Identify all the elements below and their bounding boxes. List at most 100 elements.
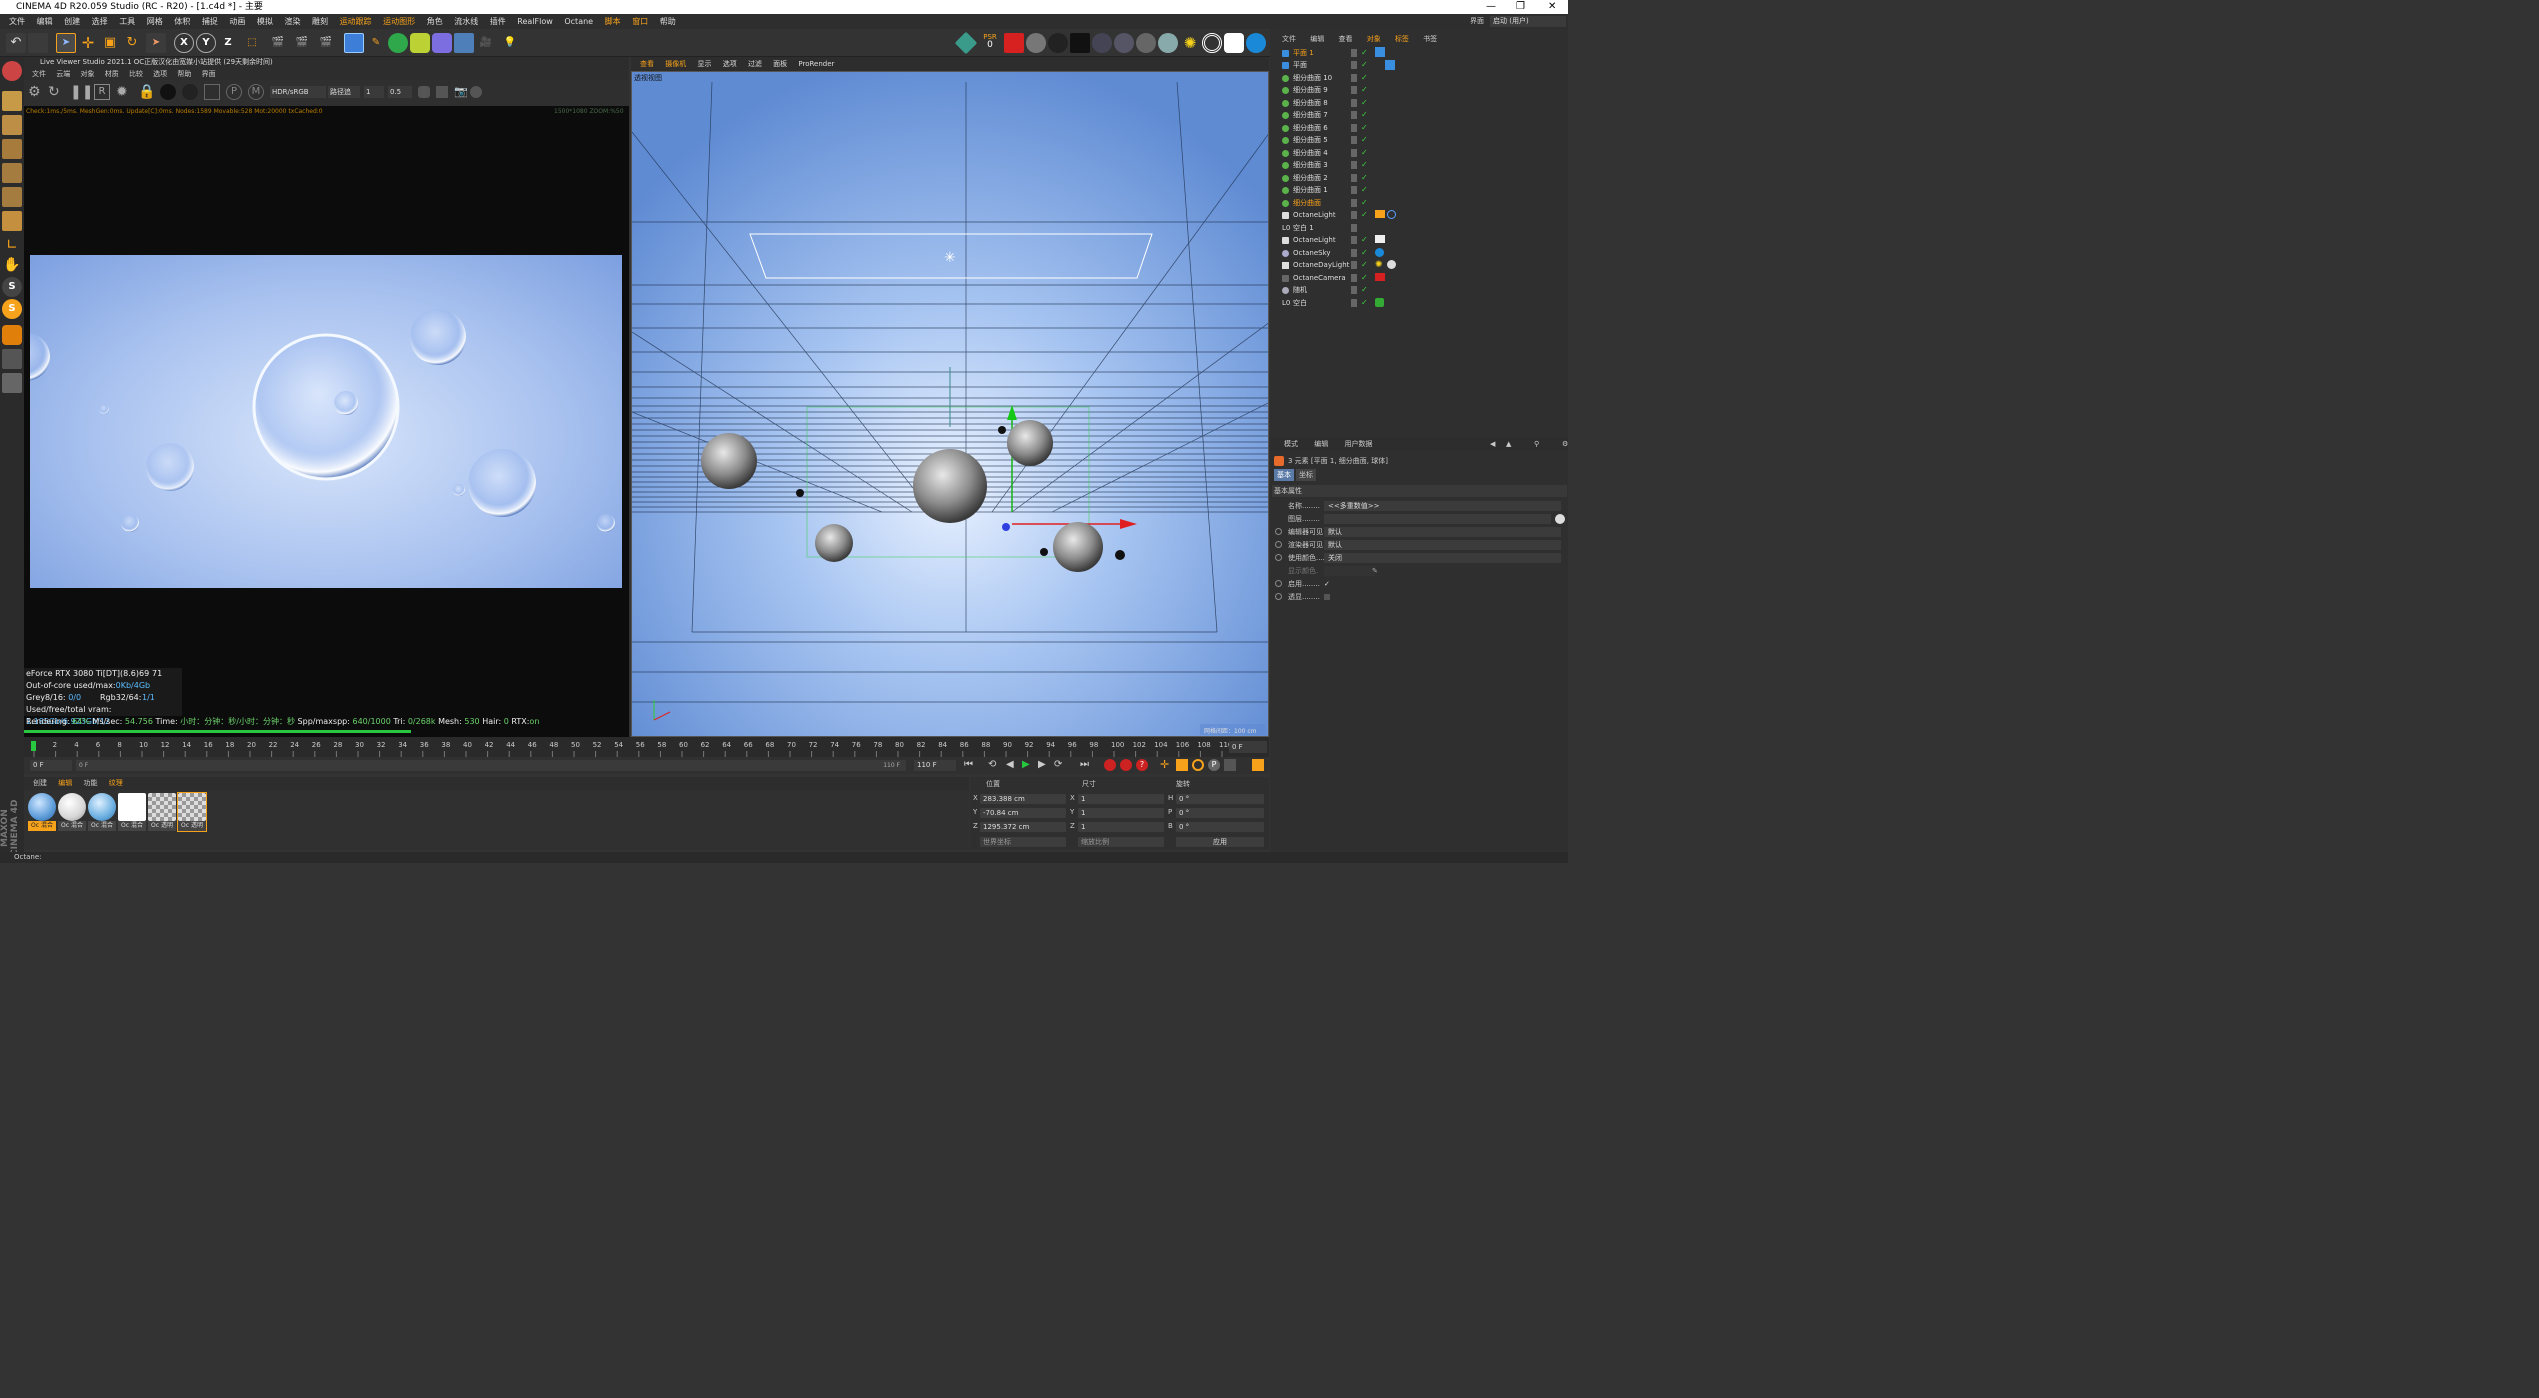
- perspective-viewport[interactable]: ✳ 透视视图 网格间距：100 cm: [631, 71, 1269, 737]
- snap-enable-icon[interactable]: S: [2, 299, 22, 319]
- size-y-field[interactable]: 1: [1078, 808, 1164, 818]
- workplane-mode-icon[interactable]: [2, 139, 22, 159]
- restore-icon[interactable]: ❐: [1516, 0, 1525, 14]
- camera-tag-icon[interactable]: [1375, 273, 1385, 281]
- om-menu-item[interactable]: 书签: [1423, 35, 1437, 43]
- lv-menu-item[interactable]: 帮助: [177, 70, 191, 78]
- menu-item[interactable]: 动画: [229, 14, 245, 29]
- enabled-check-icon[interactable]: ✓: [1361, 47, 1368, 59]
- vp-menu-item[interactable]: 面板: [773, 60, 787, 68]
- om-menu-item[interactable]: 查看: [1338, 35, 1352, 43]
- octane-area-light-icon[interactable]: [1224, 33, 1244, 53]
- xray-checkbox[interactable]: [1324, 594, 1330, 600]
- visibility-icon[interactable]: [1351, 161, 1357, 169]
- menu-item[interactable]: 角色: [427, 14, 443, 29]
- menu-item[interactable]: 工具: [119, 14, 135, 29]
- viewport-sphere[interactable]: [1007, 420, 1053, 466]
- light-icon[interactable]: 💡: [500, 33, 520, 53]
- focus-picker-icon[interactable]: [204, 84, 220, 100]
- enabled-check-icon[interactable]: ✓: [1361, 259, 1368, 271]
- size-z-field[interactable]: 1: [1078, 822, 1164, 832]
- pen-spline-icon[interactable]: ✎: [366, 33, 386, 53]
- visibility-icon[interactable]: [1351, 86, 1357, 94]
- visibility-icon[interactable]: [1351, 274, 1357, 282]
- enabled-check-icon[interactable]: ✓: [1361, 197, 1368, 209]
- target-tag-icon[interactable]: [1387, 210, 1396, 219]
- visibility-icon[interactable]: [1351, 61, 1357, 69]
- prev-key-icon[interactable]: ⟲: [988, 759, 1000, 771]
- layer-field[interactable]: [1324, 514, 1551, 524]
- object-row[interactable]: 平面 1 ✓: [1273, 47, 1565, 59]
- layout-dropdown[interactable]: 启动 (用户): [1490, 16, 1566, 27]
- model-mode-icon[interactable]: [2, 91, 22, 111]
- menu-item[interactable]: 模拟: [257, 14, 273, 29]
- enabled-check-icon[interactable]: ✓: [1361, 234, 1368, 246]
- enabled-check-icon[interactable]: ✓: [1361, 297, 1368, 309]
- range-slider[interactable]: 0 F 110 F: [76, 760, 906, 771]
- cloner-icon[interactable]: [410, 33, 430, 53]
- rotation-b-field[interactable]: 0 °: [1176, 822, 1264, 832]
- enabled-check-icon[interactable]: ✓: [1361, 247, 1368, 259]
- close-icon[interactable]: ✕: [1548, 0, 1556, 14]
- vp-menu-item[interactable]: 选项: [723, 60, 737, 68]
- octane-light-tag-icon[interactable]: [1375, 235, 1385, 243]
- material-swatch[interactable]: Oc 混合: [88, 793, 116, 831]
- use-color-dropdown[interactable]: 关闭: [1324, 553, 1561, 563]
- back-arrow-icon[interactable]: ◀: [1490, 437, 1495, 451]
- green-tag-icon[interactable]: [1375, 298, 1384, 307]
- object-row[interactable]: OctaneLight ✓: [1273, 234, 1565, 246]
- minimize-icon[interactable]: —: [1486, 0, 1496, 14]
- object-row[interactable]: 细分曲面 10 ✓: [1273, 72, 1565, 84]
- tab-coord[interactable]: 坐标: [1296, 469, 1316, 481]
- enabled-check-icon[interactable]: ✓: [1361, 172, 1368, 184]
- lv-menu-item[interactable]: 材质: [105, 70, 119, 78]
- color-picker-icon[interactable]: ✎: [1372, 565, 1378, 577]
- anim-dot-icon[interactable]: [1275, 528, 1282, 535]
- om-menu-item[interactable]: 编辑: [1310, 35, 1324, 43]
- menu-item[interactable]: 运动跟踪: [340, 14, 372, 29]
- visibility-icon[interactable]: [1351, 149, 1357, 157]
- move-tool-icon[interactable]: ✛: [78, 33, 98, 53]
- value-a-field[interactable]: 1: [364, 86, 384, 98]
- key-scale-icon[interactable]: [1176, 759, 1188, 771]
- enabled-checkbox[interactable]: ✓: [1324, 578, 1330, 590]
- octane-portal-icon[interactable]: [1202, 33, 1222, 53]
- object-row[interactable]: 细分曲面 3 ✓: [1273, 159, 1565, 171]
- lv-menu-item[interactable]: 云端: [56, 70, 70, 78]
- visibility-icon[interactable]: [1351, 261, 1357, 269]
- mat-menu-item[interactable]: 纹理: [109, 779, 123, 787]
- anim-dot-icon[interactable]: [1275, 593, 1282, 600]
- render-settings-icon[interactable]: 🎬: [316, 33, 336, 53]
- search-icon[interactable]: ⚲: [1534, 437, 1539, 451]
- object-row[interactable]: 细分曲面 4 ✓: [1273, 147, 1565, 159]
- last-tool-icon[interactable]: ➤: [146, 33, 166, 53]
- mat-menu-item[interactable]: 编辑: [58, 779, 72, 787]
- coordinate-mode-dropdown[interactable]: 世界坐标: [980, 837, 1066, 847]
- octane-render-icon[interactable]: [954, 31, 978, 55]
- menu-item[interactable]: 流水线: [454, 14, 478, 29]
- visibility-icon[interactable]: [1351, 124, 1357, 132]
- select-tool-icon[interactable]: ➤: [56, 33, 76, 53]
- viewport-sphere[interactable]: [913, 449, 987, 523]
- enabled-check-icon[interactable]: ✓: [1361, 159, 1368, 171]
- object-row[interactable]: 平面 ✓: [1273, 59, 1565, 71]
- attr-menu-item[interactable]: 用户数据: [1344, 440, 1372, 448]
- octane-env-icon[interactable]: [1092, 33, 1112, 53]
- visibility-icon[interactable]: [1351, 249, 1357, 257]
- rotation-h-field[interactable]: 0 °: [1176, 794, 1264, 804]
- planar-workplane-icon[interactable]: [2, 373, 22, 393]
- octane-record-icon[interactable]: [1004, 33, 1024, 53]
- octane-hdri-icon[interactable]: [1114, 33, 1134, 53]
- subdivision-surface-icon[interactable]: [388, 33, 408, 53]
- visibility-icon[interactable]: [1351, 211, 1357, 219]
- menu-item[interactable]: 帮助: [660, 14, 676, 29]
- octane-texture-icon[interactable]: [1070, 33, 1090, 53]
- visibility-icon[interactable]: [1351, 111, 1357, 119]
- visibility-icon[interactable]: [1351, 186, 1357, 194]
- timeline-window-icon[interactable]: [1252, 759, 1264, 771]
- region-render-icon[interactable]: R: [94, 84, 110, 100]
- goto-start-icon[interactable]: ⏮: [964, 759, 976, 771]
- menu-item[interactable]: 运动图形: [383, 14, 415, 29]
- z-axis-toggle[interactable]: Z: [218, 33, 238, 53]
- autokey-icon[interactable]: [1120, 759, 1132, 771]
